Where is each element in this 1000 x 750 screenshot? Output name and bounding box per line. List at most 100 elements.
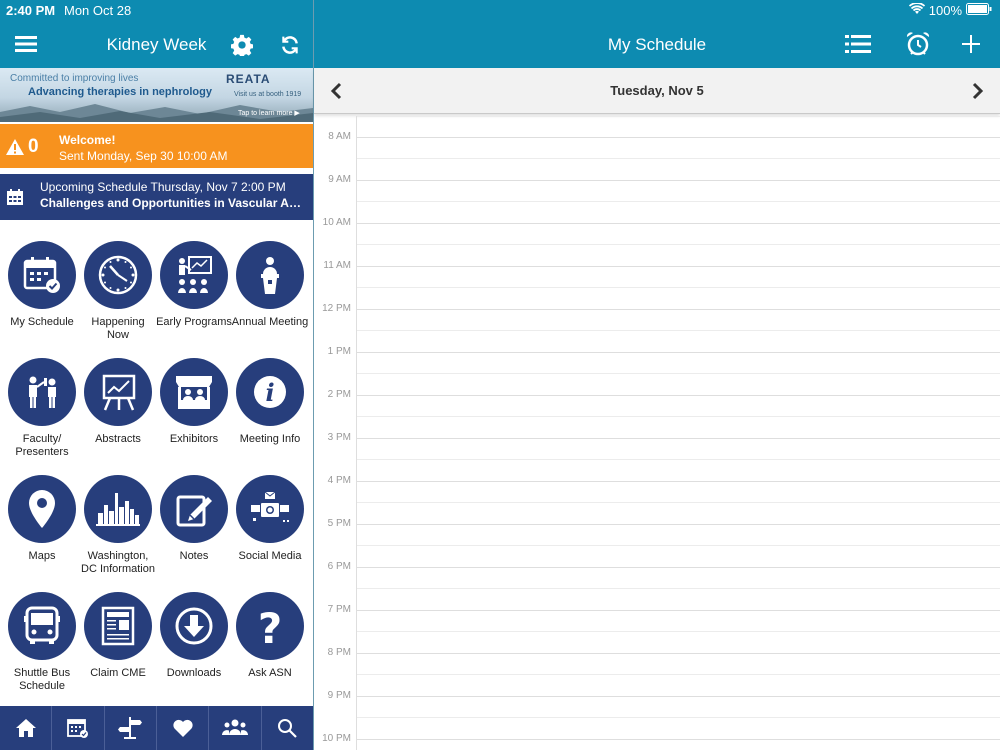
upcoming-schedule[interactable]: Upcoming Schedule Thursday, Nov 7 2:00 P…: [0, 174, 313, 220]
hour-slot[interactable]: 8 PM: [314, 647, 1000, 696]
tab-search[interactable]: [262, 706, 313, 750]
hour-slot[interactable]: 12 PM: [314, 303, 1000, 352]
status-time: 2:40 PM: [6, 3, 56, 18]
presenter-board-icon: [29, 376, 56, 408]
add-icon[interactable]: [960, 33, 982, 55]
hour-line: [356, 309, 1000, 310]
hour-slot[interactable]: 8 AM: [314, 131, 1000, 180]
tab-home[interactable]: [0, 706, 53, 750]
half-hour-line: [356, 502, 1000, 503]
tile-label: Maps: [28, 550, 56, 562]
hour-slot[interactable]: 10 AM: [314, 217, 1000, 266]
hour-line: [356, 739, 1000, 740]
hour-slot[interactable]: 5 PM: [314, 518, 1000, 567]
tile-downloads[interactable]: Downloads: [155, 592, 233, 680]
tab-directions[interactable]: [105, 706, 157, 750]
booth-icon: [176, 376, 212, 409]
tile-meeting-info[interactable]: i Meeting Info: [231, 358, 309, 446]
calendar-icon: [67, 719, 88, 738]
refresh-icon[interactable]: [278, 33, 302, 57]
tab-favorites[interactable]: [157, 706, 210, 750]
map-pin-icon: [29, 490, 55, 528]
tile-label: Shuttle Bus Schedule: [13, 667, 71, 692]
hour-label: 6 PM: [327, 561, 351, 572]
tile-label: Meeting Info: [239, 433, 301, 445]
hour-label: 12 PM: [322, 303, 351, 314]
presentation-audience-icon: [178, 256, 212, 293]
search-icon: [278, 719, 298, 738]
tile-label: Annual Meeting: [231, 316, 309, 328]
half-hour-line: [356, 588, 1000, 589]
half-hour-line: [356, 201, 1000, 202]
chart-easel-icon: [102, 374, 136, 411]
gear-icon[interactable]: [230, 33, 254, 57]
svg-text:i: i: [265, 378, 274, 407]
hour-line: [356, 696, 1000, 697]
alarm-clock-icon[interactable]: [904, 30, 932, 58]
alert-title: Welcome!: [59, 133, 116, 147]
hour-label: 4 PM: [327, 475, 351, 486]
tile-annual-meeting[interactable]: Annual Meeting: [231, 241, 309, 329]
hour-label: 2 PM: [327, 389, 351, 400]
hour-slot[interactable]: 2 PM: [314, 389, 1000, 438]
tile-label: Washington, DC Information: [81, 550, 155, 575]
tile-label: Downloads: [166, 667, 222, 679]
wifi-icon: [908, 2, 925, 18]
notepad-pencil-icon: [176, 495, 212, 527]
hour-line: [356, 653, 1000, 654]
tab-calendar[interactable]: [52, 706, 105, 750]
list-view-icon[interactable]: [844, 34, 872, 54]
warning-icon: [6, 139, 24, 155]
skyline-icon: [96, 493, 140, 526]
battery-text: 100%: [928, 3, 962, 18]
tile-exhibitors[interactable]: Exhibitors: [155, 358, 233, 446]
hour-slot[interactable]: 11 AM: [314, 260, 1000, 309]
alert-banner[interactable]: 0 Welcome! Sent Monday, Sep 30 10:00 AM: [0, 124, 313, 168]
half-hour-line: [356, 158, 1000, 159]
banner-cta: Tap to learn more ▶: [238, 110, 300, 117]
tile-claim-cme[interactable]: Claim CME: [79, 592, 157, 680]
alert-count: 0: [6, 136, 39, 158]
hour-slot[interactable]: 10 PM: [314, 733, 1000, 750]
calendar-icon: [7, 189, 23, 210]
sponsor-logo: REATA: [226, 72, 271, 86]
hour-line: [356, 438, 1000, 439]
tile-my-schedule[interactable]: My Schedule: [3, 241, 81, 329]
hour-label: 3 PM: [327, 432, 351, 443]
hour-slot[interactable]: 9 AM: [314, 174, 1000, 223]
hour-slot[interactable]: 4 PM: [314, 475, 1000, 524]
next-day-button[interactable]: [968, 80, 988, 102]
tile-maps[interactable]: Maps: [3, 475, 81, 563]
hour-label: 7 PM: [327, 604, 351, 615]
half-hour-line: [356, 416, 1000, 417]
day-timeline[interactable]: 8 AM 9 AM 10 AM 11 AM 12 PM 1 PM 2 PM 3 PM 4 PM 5…: [314, 116, 1000, 750]
tile-label: Happening Now: [91, 316, 145, 341]
hour-label: 9 AM: [328, 174, 351, 185]
app-title: Kidney Week: [106, 35, 207, 54]
social-media-icon: [251, 491, 289, 522]
tile-notes[interactable]: Notes: [155, 475, 233, 563]
tile-washington-dc-info[interactable]: Washington, DC Information: [79, 475, 157, 576]
tile-label: My Schedule: [10, 316, 74, 328]
tile-shuttle-bus[interactable]: Shuttle Bus Schedule: [3, 592, 81, 693]
tile-early-programs[interactable]: Early Programs: [155, 241, 233, 329]
hour-slot[interactable]: 9 PM: [314, 690, 1000, 739]
tile-social-media[interactable]: Social Media: [231, 475, 309, 563]
tile-label: Notes: [179, 550, 209, 562]
hour-label: 8 PM: [327, 647, 351, 658]
sponsor-banner[interactable]: Committed to improving lives Advancing t…: [0, 68, 313, 122]
tile-ask-asn[interactable]: ? Ask ASN: [231, 592, 309, 680]
hour-slot[interactable]: 6 PM: [314, 561, 1000, 610]
tile-abstracts[interactable]: Abstracts: [79, 358, 157, 446]
half-hour-line: [356, 717, 1000, 718]
hour-slot[interactable]: 3 PM: [314, 432, 1000, 481]
tile-happening-now[interactable]: Happening Now: [79, 241, 157, 342]
tile-faculty-presenters[interactable]: Faculty/ Presenters: [3, 358, 81, 459]
hour-slot[interactable]: 1 PM: [314, 346, 1000, 395]
hour-line: [356, 610, 1000, 611]
tab-attendees[interactable]: [209, 706, 262, 750]
home-icon: [15, 719, 36, 737]
tile-label: Abstracts: [95, 433, 141, 445]
hour-slot[interactable]: 7 PM: [314, 604, 1000, 653]
half-hour-line: [356, 459, 1000, 460]
